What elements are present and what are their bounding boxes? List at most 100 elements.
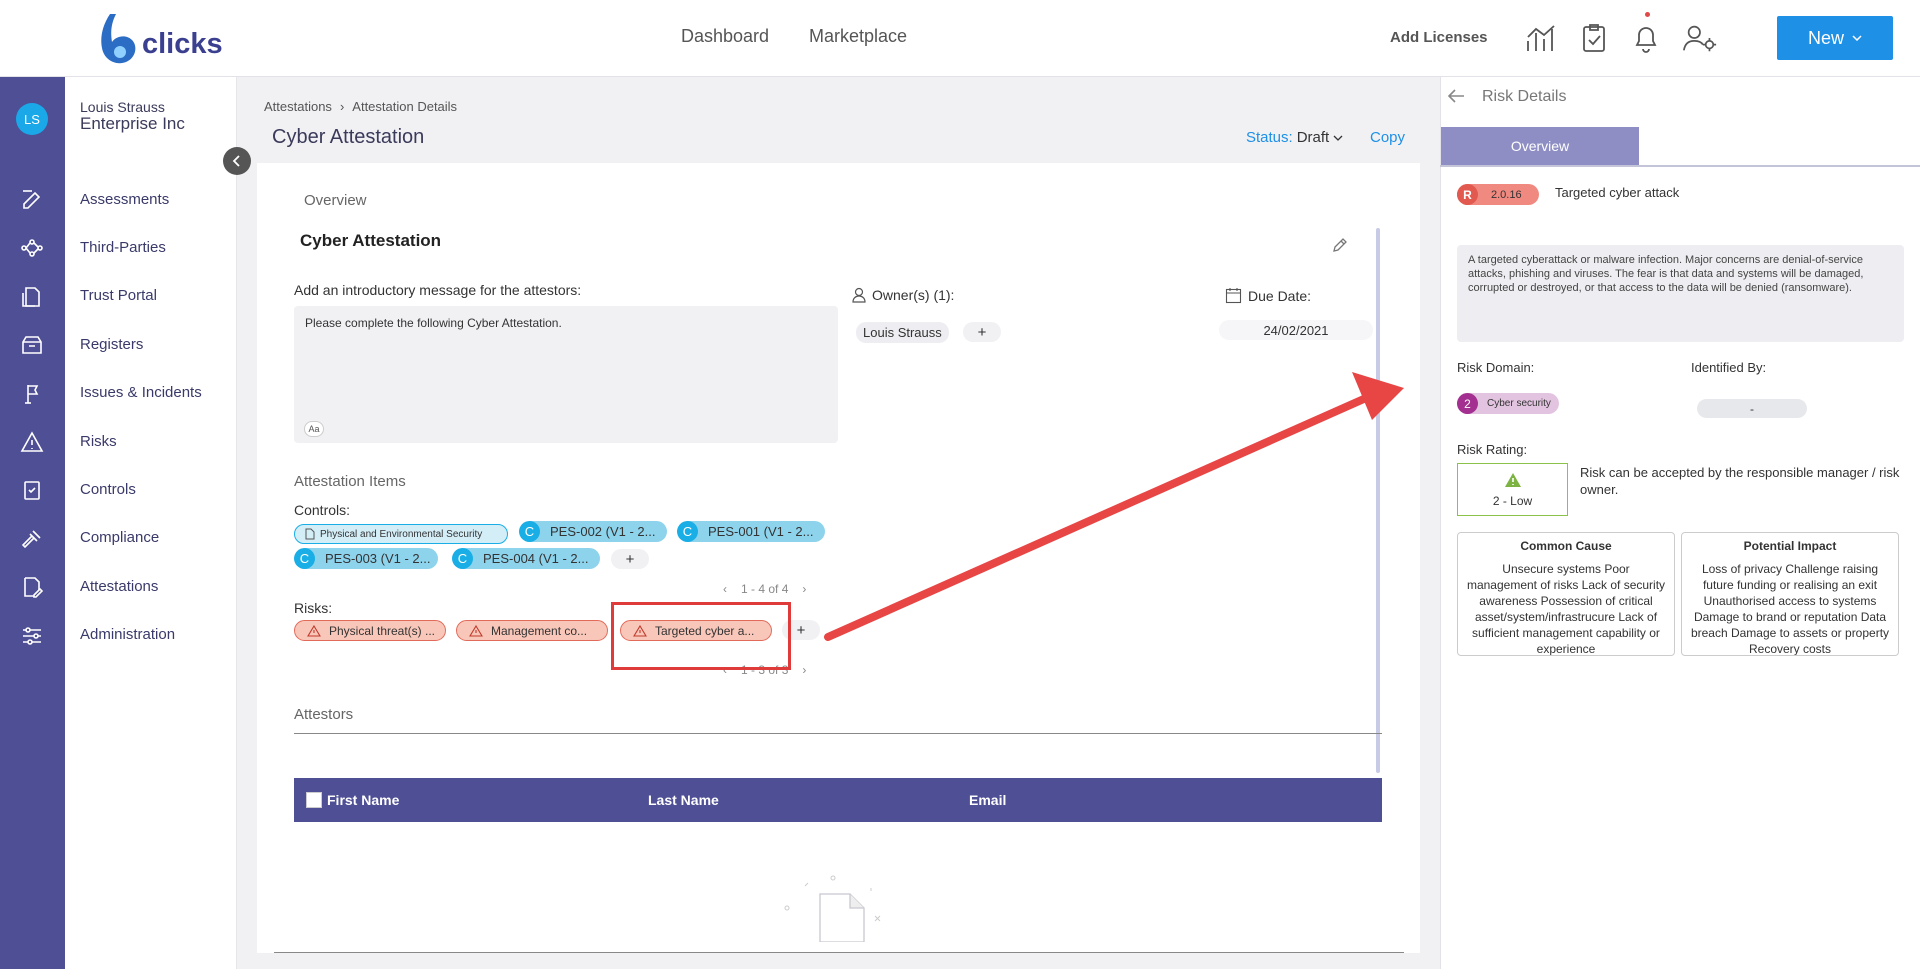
sidebar-item-risks[interactable]: Risks <box>80 433 117 450</box>
side-nav: Louis Strauss Enterprise Inc Assessments… <box>65 77 237 969</box>
page-title: Cyber Attestation <box>272 126 425 148</box>
sidebar-item-controls[interactable]: Controls <box>80 481 136 498</box>
warning-icon[interactable] <box>20 430 44 454</box>
brand-logo[interactable]: clicks <box>96 10 223 68</box>
new-button[interactable]: New <box>1777 16 1893 60</box>
brand-name: clicks <box>142 28 223 60</box>
select-all-checkbox[interactable] <box>306 792 322 808</box>
flag-icon[interactable] <box>20 382 44 406</box>
control-chip-pes-001[interactable]: C PES-001 (V1 - 2... <box>677 521 825 542</box>
add-owner-button[interactable]: + <box>963 322 1001 342</box>
top-bar: clicks Dashboard Marketplace Add License… <box>0 0 1920 77</box>
copy-button[interactable]: Copy <box>1370 129 1405 146</box>
due-date-label: Due Date: <box>1225 287 1311 304</box>
warning-icon <box>469 624 483 637</box>
edit-icon[interactable] <box>20 188 44 212</box>
org-name[interactable]: Enterprise Inc <box>80 114 185 134</box>
new-button-label: New <box>1807 27 1844 48</box>
owners-label-text: Owner(s) (1): <box>872 287 955 303</box>
column-first-name[interactable]: First Name <box>327 792 399 808</box>
status-dropdown[interactable]: Status: Draft <box>1246 129 1343 146</box>
control-chip-pes-004[interactable]: C PES-004 (V1 - 2... <box>452 548 600 569</box>
control-chip-pes-002[interactable]: C PES-002 (V1 - 2... <box>519 521 667 542</box>
risk-chip-physical-threats[interactable]: Physical threat(s) ... <box>294 620 446 641</box>
risk-badge-letter: R <box>1457 184 1478 205</box>
format-text-button[interactable]: Aa <box>304 421 324 437</box>
intro-message-textarea[interactable]: Please complete the following Cyber Atte… <box>294 306 838 443</box>
column-last-name[interactable]: Last Name <box>648 792 719 808</box>
tasks-icon[interactable] <box>1576 20 1612 56</box>
control-label: PES-001 (V1 - 2... <box>708 524 814 539</box>
tab-overview[interactable]: Overview <box>1441 127 1639 165</box>
breadcrumb-separator-icon: › <box>339 99 345 114</box>
breadcrumb: Attestations › Attestation Details <box>264 99 457 114</box>
potential-impact-text: Loss of privacy Challenge raising future… <box>1690 562 1890 656</box>
annotation-highlight-box <box>611 602 791 670</box>
sliders-icon[interactable] <box>20 624 44 648</box>
bell-icon[interactable] <box>1628 20 1664 56</box>
back-arrow-icon[interactable] <box>1447 88 1465 109</box>
prev-page-icon[interactable]: ‹ <box>723 582 727 596</box>
control-label: PES-003 (V1 - 2... <box>325 551 431 566</box>
attestation-heading: Cyber Attestation <box>300 231 442 250</box>
control-badge: C <box>294 548 315 569</box>
sidebar-item-attestations[interactable]: Attestations <box>80 578 158 595</box>
avatar[interactable]: LS <box>16 103 48 135</box>
nav-dashboard[interactable]: Dashboard <box>681 26 769 47</box>
common-cause-title: Common Cause <box>1520 539 1612 553</box>
tab-underline <box>1440 165 1920 167</box>
status-value: Draft <box>1296 129 1330 146</box>
common-cause-text: Unsecure systems Poor management of risk… <box>1466 562 1666 656</box>
sidebar-item-third-parties[interactable]: Third-Parties <box>80 239 166 256</box>
next-page-icon[interactable]: › <box>802 663 806 677</box>
risk-rating-label: Risk Rating: <box>1457 442 1528 457</box>
control-chip-pes-003[interactable]: C PES-003 (V1 - 2... <box>294 548 438 569</box>
risk-rating-value: 2 - Low <box>1492 493 1533 508</box>
risk-name: Targeted cyber attack <box>1555 185 1680 200</box>
breadcrumb-attestations[interactable]: Attestations <box>264 99 332 114</box>
divider <box>274 952 1404 953</box>
controls-pager-label: 1 - 4 of 4 <box>741 582 789 596</box>
sidebar-item-administration[interactable]: Administration <box>80 626 175 643</box>
owner-chip[interactable]: Louis Strauss <box>856 322 949 343</box>
add-control-button[interactable]: + <box>611 549 649 569</box>
signature-icon[interactable] <box>20 575 44 599</box>
collapse-sidebar-button[interactable] <box>223 147 251 175</box>
risk-id: 2.0.16 <box>1491 188 1522 201</box>
sidebar-item-assessments[interactable]: Assessments <box>80 191 169 208</box>
risk-chip-label: Management co... <box>491 623 588 638</box>
due-date-label-text: Due Date: <box>1248 287 1312 304</box>
gavel-icon[interactable] <box>20 527 44 551</box>
breadcrumb-attestation-details: Attestation Details <box>352 99 458 114</box>
document-icon <box>305 528 315 540</box>
archive-icon[interactable] <box>20 333 44 357</box>
network-icon[interactable] <box>20 236 44 260</box>
next-page-icon[interactable]: › <box>802 582 806 596</box>
sidebar-item-compliance[interactable]: Compliance <box>80 529 159 546</box>
attestors-table-header: First Name Last Name Email <box>294 778 1382 822</box>
analytics-icon[interactable] <box>1524 20 1560 56</box>
control-group-chip[interactable]: Physical and Environmental Security <box>294 524 508 544</box>
control-label: PES-002 (V1 - 2... <box>550 524 656 539</box>
sidebar-item-registers[interactable]: Registers <box>80 336 143 353</box>
pencil-icon[interactable] <box>1332 237 1348 258</box>
add-licenses-link[interactable]: Add Licenses <box>1390 29 1488 46</box>
risk-rating-box: 2 - Low <box>1457 463 1568 516</box>
column-email[interactable]: Email <box>969 792 1006 808</box>
document-icon[interactable] <box>20 285 44 309</box>
warning-icon <box>1504 472 1521 487</box>
user-icon <box>852 287 866 303</box>
calendar-icon <box>1225 288 1242 304</box>
content-scrollbar[interactable] <box>1376 228 1380 773</box>
clipboard-icon[interactable] <box>20 478 44 502</box>
potential-impact-card: Potential Impact Loss of privacy Challen… <box>1681 532 1899 656</box>
sidebar-item-trust-portal[interactable]: Trust Portal <box>80 287 157 304</box>
risk-chip-management[interactable]: Management co... <box>456 620 608 641</box>
divider <box>294 733 1382 734</box>
owners-label: Owner(s) (1): <box>851 287 954 303</box>
sidebar-item-issues-incidents[interactable]: Issues & Incidents <box>80 384 202 401</box>
user-settings-icon[interactable] <box>1682 20 1718 56</box>
due-date-field[interactable]: 24/02/2021 <box>1219 320 1373 340</box>
nav-marketplace[interactable]: Marketplace <box>809 26 907 47</box>
identified-by-label: Identified By: <box>1691 360 1767 375</box>
